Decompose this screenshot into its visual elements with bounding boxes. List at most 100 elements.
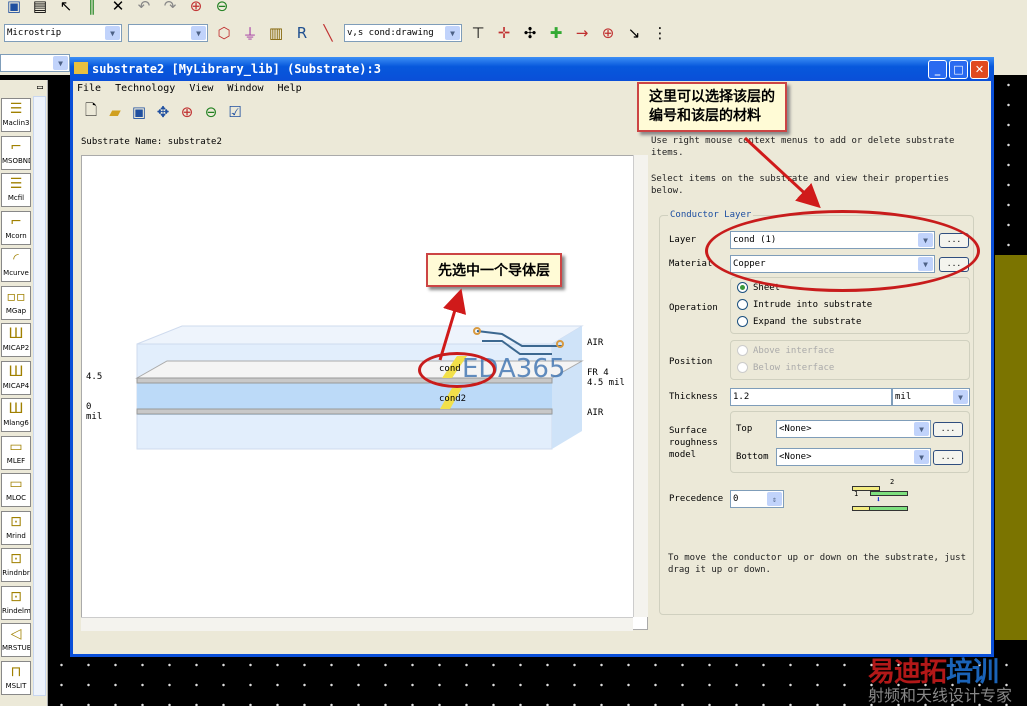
restore-icon[interactable]: ▭ bbox=[37, 82, 43, 93]
undo-icon[interactable]: ↶ bbox=[134, 0, 154, 16]
palette-item-label: MSOBND bbox=[2, 156, 31, 165]
callout-layer-material: 这里可以选择该层的 编号和该层的材料 bbox=[637, 82, 787, 132]
library-icon[interactable]: ▥ bbox=[266, 23, 286, 43]
palette-item-label: Mcfil bbox=[7, 194, 25, 202]
snap-icon[interactable]: ✛ bbox=[494, 23, 514, 43]
horizontal-scrollbar[interactable] bbox=[81, 617, 633, 631]
palette-item-label: MICAP2 bbox=[2, 344, 30, 352]
maximize-button[interactable]: □ bbox=[949, 60, 968, 79]
operation-expand-radio[interactable]: Expand the substrate bbox=[737, 316, 861, 327]
component-select[interactable]: ▼ bbox=[128, 24, 208, 42]
chevron-down-icon: ▼ bbox=[914, 450, 929, 464]
palette-item-msobnd[interactable]: ⌐ MSOBND bbox=[1, 135, 31, 170]
palette-item-mgap[interactable]: ▫▫ MGap bbox=[1, 285, 31, 320]
check-icon[interactable]: ☑ bbox=[225, 102, 245, 122]
component-icon: ⌐ bbox=[10, 138, 22, 155]
palette-item-micap4[interactable]: Ш MICAP4 bbox=[1, 360, 31, 395]
zoom-out-icon[interactable]: ⊖ bbox=[201, 102, 221, 122]
snap-intersect-icon[interactable]: ↘ bbox=[624, 23, 644, 43]
palette-item-mcfil[interactable]: ☰ Mcfil bbox=[1, 173, 31, 207]
close-button[interactable]: ✕ bbox=[970, 60, 989, 79]
lower-select[interactable]: ▼ bbox=[0, 54, 70, 72]
palette-item-maclin3[interactable]: ☰ Maclin3 bbox=[1, 98, 31, 132]
ground-icon[interactable]: ⏚ bbox=[240, 23, 260, 43]
delete-icon[interactable]: ✕ bbox=[108, 0, 128, 16]
palette-item-mcorn[interactable]: ⌐ Mcorn bbox=[1, 210, 31, 245]
top-roughness-edit-button[interactable]: ... bbox=[933, 422, 963, 437]
zoom-icon[interactable]: ⊕ bbox=[186, 0, 206, 16]
palette-item-label: MRSTUB bbox=[2, 644, 31, 652]
position-below-radio[interactable]: Below interface bbox=[737, 362, 834, 373]
bottom-roughness-select[interactable]: <None> ▼ bbox=[776, 448, 931, 466]
zoom-out-icon[interactable]: ⊖ bbox=[212, 0, 232, 16]
palette-item-label: Mcurve bbox=[3, 269, 29, 277]
fr4-label: FR 4 bbox=[587, 368, 609, 378]
wire-icon[interactable]: ╲ bbox=[318, 23, 338, 43]
position-above-radio[interactable]: Above interface bbox=[737, 345, 834, 356]
surface-label: model bbox=[669, 450, 697, 460]
thickness-input[interactable]: 1.2 bbox=[730, 388, 892, 406]
height-label-bottom: 0 bbox=[86, 402, 92, 412]
substrate-canvas[interactable]: 4.5 0 mil AIR FR 4 4.5 mil AIR cond cond… bbox=[81, 155, 648, 630]
watermark-slogan: 射频和天线设计专家 bbox=[868, 686, 1013, 705]
move-icon[interactable]: ✥ bbox=[153, 102, 173, 122]
component-icon: ◁ bbox=[10, 626, 22, 642]
precedence-spinner[interactable]: 0 ⇕ bbox=[730, 490, 784, 508]
port-icon[interactable]: ⬡ bbox=[214, 23, 234, 43]
bottom-roughness-edit-button[interactable]: ... bbox=[933, 450, 963, 465]
menu-view[interactable]: View bbox=[189, 83, 213, 94]
palette-item-mrstub[interactable]: ◁ MRSTUB bbox=[1, 623, 31, 657]
help-text-move: To move the conductor up or down on the … bbox=[668, 553, 967, 575]
help-text-context: Use right mouse context menus to add or … bbox=[651, 136, 955, 158]
mode-select[interactable]: Microstrip ▼ bbox=[4, 24, 122, 42]
layer-select[interactable]: v,s cond:drawing ▼ bbox=[344, 24, 462, 42]
thickness-unit-select[interactable]: mil ▼ bbox=[892, 388, 970, 406]
redo-icon[interactable]: ↷ bbox=[160, 0, 180, 16]
vertical-scrollbar[interactable] bbox=[633, 155, 648, 617]
radio-label: Intrude into substrate bbox=[753, 299, 873, 310]
surface-label: roughness bbox=[669, 438, 718, 448]
palette-item-mrind[interactable]: ⊡ Mrind bbox=[1, 510, 31, 545]
palette-item-mcurve[interactable]: ◜ Mcurve bbox=[1, 248, 31, 282]
save-icon[interactable]: ▣ bbox=[129, 102, 149, 122]
grid-icon[interactable]: ⋮ bbox=[650, 23, 670, 43]
cond2-layer[interactable] bbox=[136, 408, 553, 415]
open-folder-icon[interactable]: ▰ bbox=[105, 102, 125, 122]
palette-item-micap2[interactable]: Ш MICAP2 bbox=[1, 323, 31, 357]
component-icon: Ш bbox=[8, 326, 24, 342]
snap-mid-icon[interactable]: → bbox=[572, 23, 592, 43]
group-title: Conductor Layer bbox=[668, 210, 754, 220]
var-icon[interactable]: R bbox=[292, 23, 312, 43]
palette-item-rindelm[interactable]: ⊡ Rindelm bbox=[1, 585, 31, 620]
window-toolbar: 🗋 ▰ ▣ ✥ ⊕ ⊖ ☑ bbox=[81, 101, 245, 122]
snap-vertex-icon[interactable]: ✣ bbox=[520, 23, 540, 43]
snap-edge-icon[interactable]: ✚ bbox=[546, 23, 566, 43]
insert-pin-icon[interactable]: ⊤ bbox=[468, 23, 488, 43]
pins-icon[interactable]: ‖ bbox=[82, 0, 102, 16]
palette-item-mlang6[interactable]: Ш Mlang6 bbox=[1, 398, 31, 432]
top-roughness-select[interactable]: <None> ▼ bbox=[776, 420, 931, 438]
menu-technology[interactable]: Technology bbox=[115, 83, 175, 94]
component-icon: Ш bbox=[8, 363, 24, 380]
component-icon: Ш bbox=[8, 401, 24, 417]
chevron-down-icon: ▼ bbox=[445, 26, 460, 40]
palette-item-mloc[interactable]: ▭ MLOC bbox=[1, 473, 31, 507]
save-icon[interactable]: ▣ bbox=[4, 0, 24, 16]
palette-item-mlef[interactable]: ▭ MLEF bbox=[1, 435, 31, 470]
menu-window[interactable]: Window bbox=[227, 83, 263, 94]
minimize-button[interactable]: _ bbox=[928, 60, 947, 79]
print-icon[interactable]: ▤ bbox=[30, 0, 50, 16]
palette-item-rindnbr[interactable]: ⊡ Rindnbr bbox=[1, 548, 31, 582]
snap-center-icon[interactable]: ⊕ bbox=[598, 23, 618, 43]
operation-intrude-radio[interactable]: Intrude into substrate bbox=[737, 299, 872, 310]
palette-item-mslit[interactable]: ⊓ MSLIT bbox=[1, 660, 31, 695]
window-title: substrate2 [MyLibrary_lib] (Substrate):3 bbox=[92, 62, 381, 76]
palette-scrollbar[interactable] bbox=[33, 96, 46, 696]
new-file-icon[interactable]: 🗋 bbox=[81, 101, 101, 122]
menu-help[interactable]: Help bbox=[278, 83, 302, 94]
pointer-icon[interactable]: ↖ bbox=[56, 0, 76, 16]
zoom-in-icon[interactable]: ⊕ bbox=[177, 102, 197, 122]
component-icon: ▭ bbox=[9, 438, 23, 455]
spinner-icon[interactable]: ⇕ bbox=[767, 492, 782, 506]
menu-file[interactable]: File bbox=[77, 83, 101, 94]
